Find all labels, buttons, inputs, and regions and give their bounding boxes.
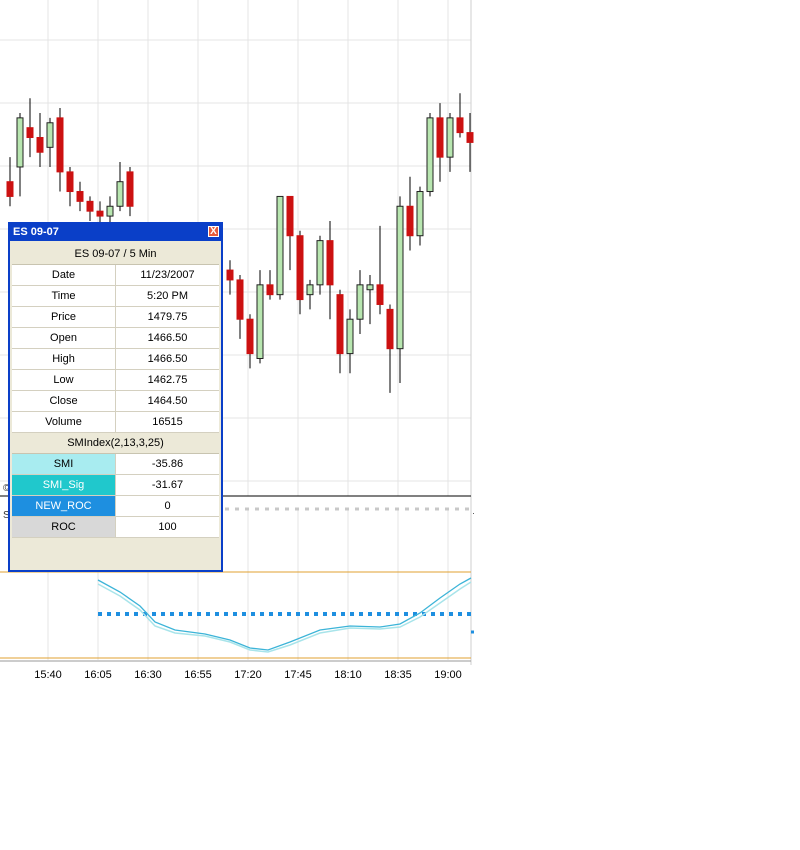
data-row-label: Volume [12,412,116,432]
data-window-titlebar[interactable]: ES 09-07 X [10,224,221,241]
candle-down [126,171,134,207]
candle-up [306,284,314,296]
indicator-value: -31.67 [116,475,219,495]
data-window-body: ES 09-07 / 5 Min Date 11/23/2007 Time 5:20 … [12,244,219,538]
candle-up [426,117,434,193]
indicator-label: ROC [12,517,116,537]
data-window-title: ES 09-07 [13,226,59,238]
candle-up [116,181,124,207]
candle-down [326,240,334,286]
candle-up [16,117,24,168]
indicator-value: -35.86 [116,454,219,474]
x-tick-label: 17:20 [234,669,262,681]
candle-up [416,191,424,237]
x-tick-label: 17:45 [284,669,312,681]
data-window[interactable]: ES 09-07 X ES 09-07 / 5 Min Date 11/23/20… [8,222,223,572]
x-tick-label: 16:05 [84,669,112,681]
data-row-label: Price [12,307,116,327]
candle-down [436,117,444,158]
data-row-label: Low [12,370,116,390]
data-row-open: Open 1466.50 [12,328,219,349]
candle-up [366,284,374,291]
candle-down [86,200,94,212]
candle-down [286,195,294,237]
candle-down [236,279,244,320]
candle-up [46,122,54,148]
indicator-header: SMIndex(2,13,3,25) [12,433,219,454]
data-row-value: 1479.75 [116,307,219,327]
candle-down [56,117,64,173]
indicator-value: 0 [116,496,219,516]
data-window-rows: Date 11/23/2007 Time 5:20 PM Price 1479.75 Ope… [12,265,219,433]
indicator-row-smi-sig: SMI_Sig -31.67 [12,475,219,496]
data-row-value: 1466.50 [116,328,219,348]
data-row-value: 1464.50 [116,391,219,411]
indicator-label: SMI_Sig [12,475,116,495]
candle-down [36,137,44,153]
candle-down [336,294,344,355]
candle-down [376,284,384,305]
data-row-low: Low 1462.75 [12,370,219,391]
candle-down [406,205,414,237]
close-icon[interactable]: X [208,226,219,237]
data-row-high: High 1466.50 [12,349,219,370]
candle-down [26,127,34,139]
data-row-time: Time 5:20 PM [12,286,219,307]
smi-signal-line [97,581,472,653]
candle-up [446,117,454,158]
indicator-row-roc: ROC 100 [12,517,219,538]
data-row-value: 1466.50 [116,349,219,369]
edge-fragment: · [472,508,475,518]
data-row-value: 1462.75 [116,370,219,390]
data-row-label: Time [12,286,116,306]
data-row-price: Price 1479.75 [12,307,219,328]
data-row-value: 5:20 PM [116,286,219,306]
candle-up [356,284,364,320]
candle-down [76,191,84,202]
data-row-label: Open [12,328,116,348]
candle-down [246,318,254,355]
indicator-row-new-roc: NEW_ROC 0 [12,496,219,517]
x-tick-label: 19:00 [434,669,462,681]
indicator-value: 100 [116,517,219,537]
data-row-value: 16515 [116,412,219,432]
candle-down [266,284,274,296]
candle-down [226,269,234,281]
candle-down [96,210,104,217]
candle-down [66,171,74,193]
candle-up [316,240,324,286]
data-row-label: High [12,349,116,369]
data-row-volume: Volume 16515 [12,412,219,433]
data-row-close: Close 1464.50 [12,391,219,412]
data-row-label: Date [12,265,116,285]
indicator-row-smi: SMI -35.86 [12,454,219,475]
indicator-rows: SMI -35.86 SMI_Sig -31.67 NEW_ROC 0 ROC 100 [12,454,219,538]
candle-up [256,284,264,359]
data-row-value: 11/23/2007 [116,265,219,285]
candle-up [106,205,114,217]
indicator-label: SMI [12,454,116,474]
data-window-header: ES 09-07 / 5 Min [12,244,219,265]
x-tick-label: 18:35 [384,669,412,681]
x-axis-ticks: 15:40 16:05 16:30 16:55 17:20 17:45 18:10 18:35… [34,669,462,681]
x-tick-label: 16:55 [184,669,212,681]
candle-up [396,205,404,350]
candle-down [466,132,474,143]
data-row-date: Date 11/23/2007 [12,265,219,286]
candle-down [6,181,14,197]
x-tick-label: 18:10 [334,669,362,681]
data-row-label: Close [12,391,116,411]
candle-up [276,195,284,296]
candle-down [456,117,464,134]
x-tick-label: 16:30 [134,669,162,681]
indicator-label: NEW_ROC [12,496,116,516]
x-tick-label: 15:40 [34,669,62,681]
candle-down [386,308,394,350]
candle-down [296,235,304,301]
candle-up [346,318,354,355]
